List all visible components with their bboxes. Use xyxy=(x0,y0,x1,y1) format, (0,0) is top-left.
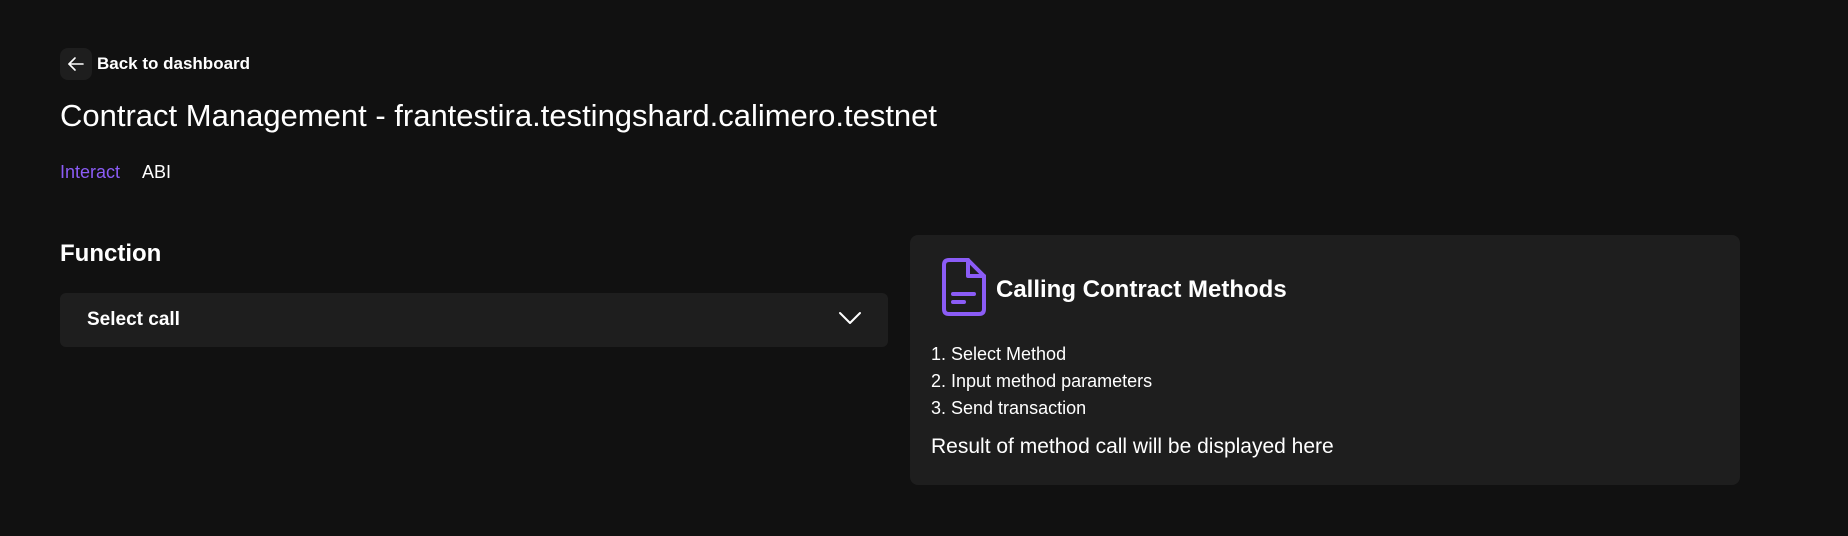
function-select-value: Select call xyxy=(87,309,180,330)
contract-management-page: Back to dashboard Contract Management - … xyxy=(0,0,1848,536)
function-section-label: Function xyxy=(60,240,162,267)
document-icon xyxy=(940,257,988,322)
function-select-dropdown[interactable]: Select call xyxy=(60,293,888,347)
tab-interact[interactable]: Interact xyxy=(60,162,120,183)
back-to-dashboard-link[interactable]: Back to dashboard xyxy=(60,48,250,80)
result-placeholder: Result of method call will be displayed … xyxy=(931,435,1334,458)
chevron-down-icon[interactable] xyxy=(838,311,862,330)
tab-bar: Interact ABI xyxy=(60,162,171,183)
arrow-left-icon[interactable] xyxy=(60,48,92,80)
tab-abi[interactable]: ABI xyxy=(142,162,171,183)
list-item: 3. Send transaction xyxy=(931,398,1087,418)
instruction-steps: 1. Select Method 2. Input method paramet… xyxy=(931,341,1152,422)
list-item: 2. Input method parameters xyxy=(931,371,1153,391)
page-title: Contract Management - frantestira.testin… xyxy=(60,98,938,133)
instructions-panel: Calling Contract Methods 1. Select Metho… xyxy=(910,235,1740,485)
panel-title: Calling Contract Methods xyxy=(996,275,1287,303)
panel-header: Calling Contract Methods xyxy=(940,257,1287,322)
list-item: 1. Select Method xyxy=(931,344,1067,364)
back-link-label: Back to dashboard xyxy=(97,54,251,73)
